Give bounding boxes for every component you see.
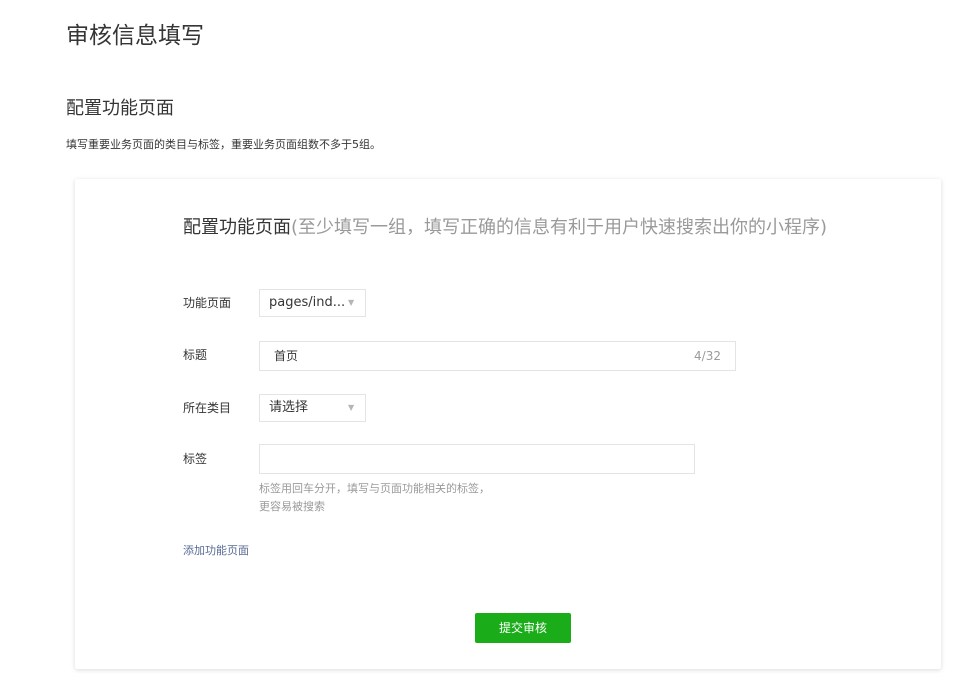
card-title-hint: (至少填写一组，填写正确的信息有利于用户快速搜索出你的小程序) [291, 217, 828, 238]
function-page-card: 配置功能页面(至少填写一组，填写正确的信息有利于用户快速搜索出你的小程序) 功能… [75, 179, 941, 669]
category-select-label: 所在类目 [183, 401, 232, 415]
title-label: 标题 [183, 348, 208, 362]
card-title-main: 配置功能页面 [183, 217, 291, 238]
section-title: 配置功能页面 [66, 98, 174, 119]
submit-review-button[interactable]: 提交审核 [475, 613, 571, 643]
page-select-value: pages/ind... [269, 295, 346, 310]
add-function-page-link[interactable]: 添加功能页面 [183, 543, 249, 559]
chevron-down-icon: ▼ [348, 403, 355, 412]
category-select[interactable]: 请选择 ▼ [259, 394, 366, 422]
title-char-counter: 4/32 [694, 349, 721, 363]
page-title: 审核信息填写 [66, 23, 204, 49]
tags-input[interactable] [259, 444, 695, 474]
tags-hint-line-1: 标签用回车分开，填写与页面功能相关的标签， [259, 482, 490, 495]
card-title: 配置功能页面(至少填写一组，填写正确的信息有利于用户快速搜索出你的小程序) [183, 215, 827, 241]
title-input-value: 首页 [274, 349, 299, 363]
tags-label: 标签 [183, 452, 208, 466]
category-select-value: 请选择 [269, 400, 309, 415]
tags-hint-line-2: 更容易被搜索 [259, 500, 325, 513]
title-input[interactable]: 首页 4/32 [259, 341, 736, 371]
page-select-label: 功能页面 [183, 296, 232, 310]
section-description: 填写重要业务页面的类目与标签，重要业务页面组数不多于5组。 [66, 138, 381, 151]
chevron-down-icon: ▼ [348, 298, 355, 307]
page-select[interactable]: pages/ind... ▼ [259, 289, 366, 317]
